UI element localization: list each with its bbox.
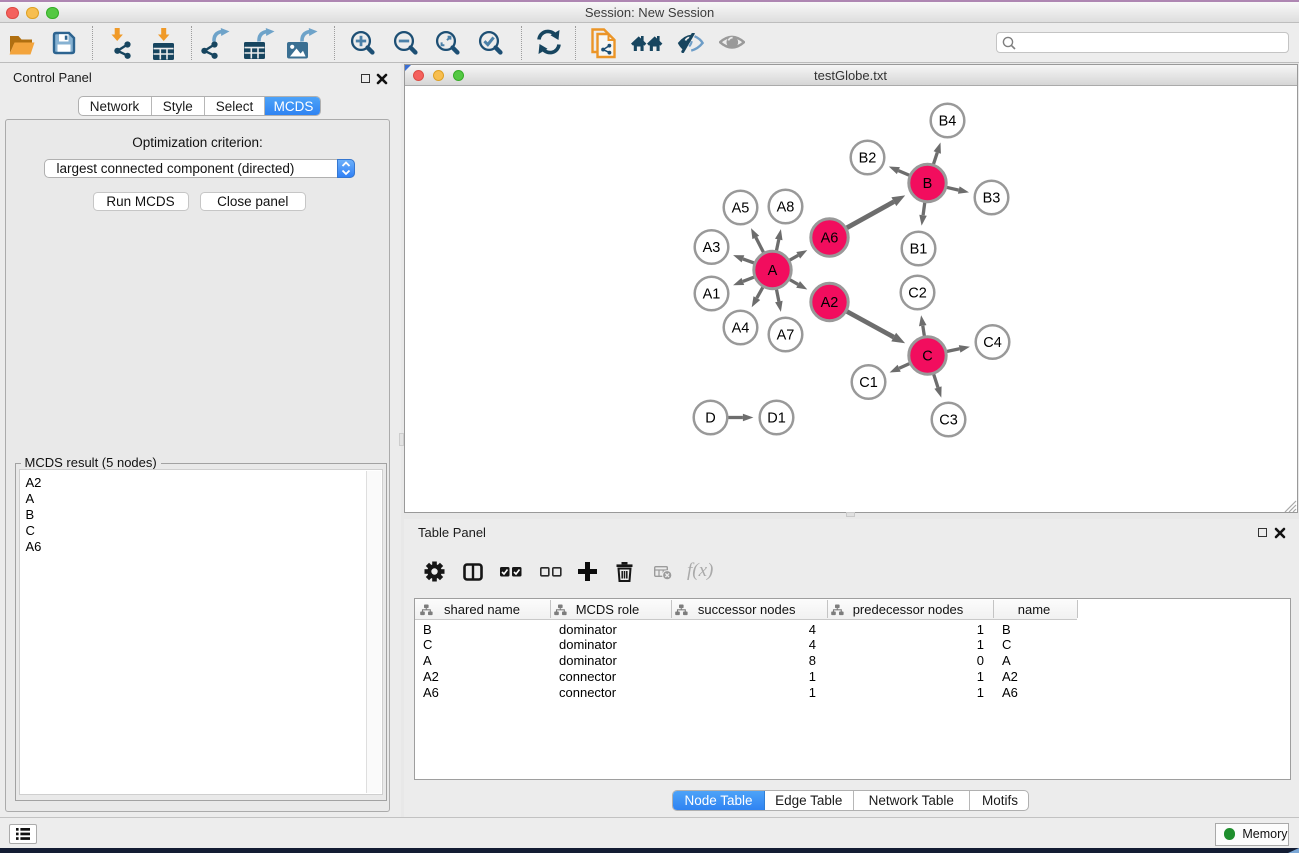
svg-text:C1: C1	[859, 375, 878, 391]
svg-text:C4: C4	[983, 335, 1002, 351]
svg-text:A3: A3	[702, 240, 720, 256]
svg-text:B4: B4	[938, 113, 956, 129]
svg-text:B2: B2	[858, 150, 876, 166]
svg-text:D1: D1	[767, 410, 786, 426]
svg-text:A6: A6	[820, 230, 838, 246]
svg-text:C2: C2	[908, 285, 927, 301]
svg-text:D: D	[705, 410, 715, 426]
svg-text:A5: A5	[731, 200, 749, 216]
svg-text:A7: A7	[776, 327, 794, 343]
svg-text:C: C	[922, 348, 932, 364]
svg-text:A1: A1	[702, 286, 720, 302]
svg-text:B: B	[922, 176, 932, 192]
svg-text:B1: B1	[909, 241, 927, 257]
svg-text:A4: A4	[731, 320, 749, 336]
svg-text:C3: C3	[939, 412, 958, 428]
svg-text:A8: A8	[776, 199, 794, 215]
svg-text:B3: B3	[982, 190, 1000, 206]
svg-text:A2: A2	[820, 295, 838, 311]
svg-text:A: A	[767, 263, 777, 279]
